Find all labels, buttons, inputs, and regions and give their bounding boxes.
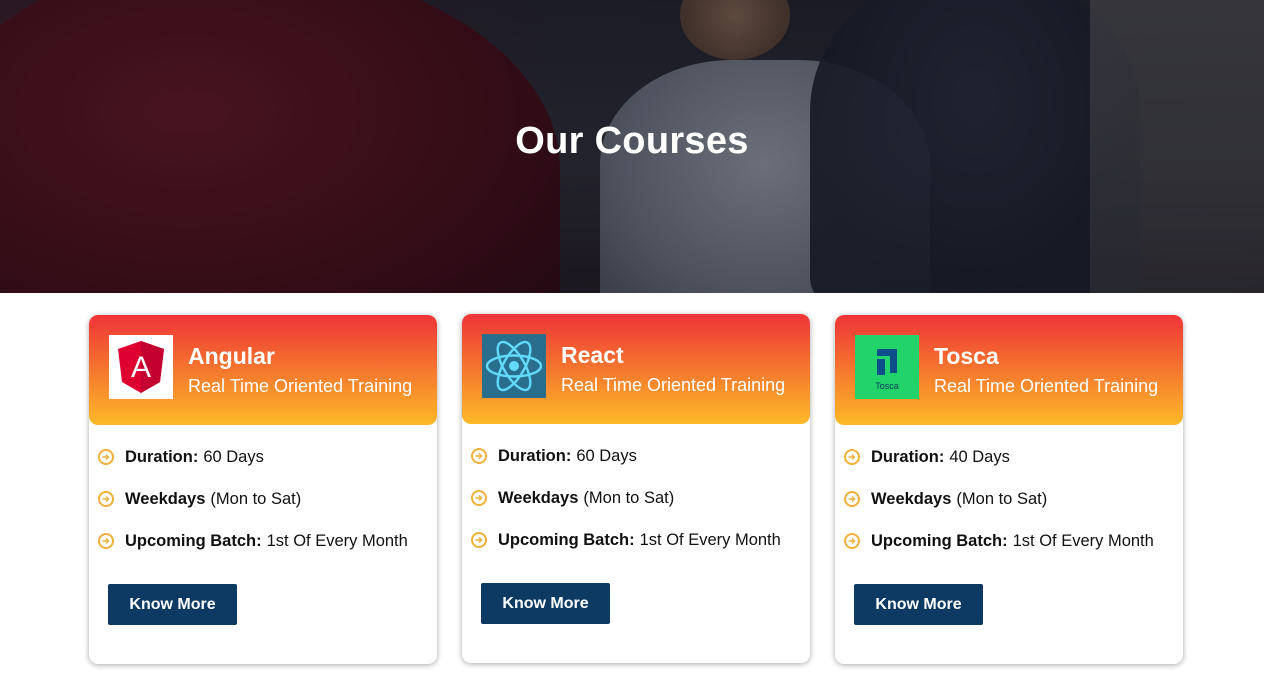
batch-value: 1st Of Every Month	[266, 531, 408, 550]
hero-banner: Our Courses	[0, 0, 1264, 293]
weekdays-label: Weekdays	[498, 488, 579, 507]
weekdays-label: Weekdays	[871, 489, 952, 508]
course-weekdays: Weekdays (Mon to Sat)	[844, 487, 1047, 511]
duration-value: 60 Days	[203, 447, 264, 466]
course-duration: Duration: 40 Days	[844, 445, 1010, 469]
batch-value: 1st Of Every Month	[1012, 531, 1154, 550]
weekdays-value: (Mon to Sat)	[956, 489, 1048, 508]
weekdays-value: (Mon to Sat)	[210, 489, 302, 508]
svg-text:Tosca: Tosca	[875, 381, 899, 391]
svg-text:A: A	[131, 351, 151, 384]
know-more-button[interactable]: Know More	[108, 584, 237, 625]
course-card-header: Tosca Tosca Real Time Oriented Training	[835, 315, 1183, 425]
arrow-right-circle-icon	[98, 533, 114, 549]
course-weekdays: Weekdays (Mon to Sat)	[98, 487, 301, 511]
know-more-button[interactable]: Know More	[481, 583, 610, 624]
batch-value: 1st Of Every Month	[639, 530, 781, 549]
duration-label: Duration:	[125, 447, 199, 466]
page-title: Our Courses	[515, 120, 749, 162]
course-upcoming-batch: Upcoming Batch: 1st Of Every Month	[844, 529, 1154, 553]
arrow-right-circle-icon	[844, 533, 860, 549]
course-name: Tosca	[934, 343, 999, 369]
arrow-right-circle-icon	[471, 490, 487, 506]
arrow-right-circle-icon	[98, 449, 114, 465]
angular-logo-icon: A	[109, 335, 173, 399]
course-card-react: React Real Time Oriented Training Durati…	[462, 314, 810, 663]
tosca-logo-icon: Tosca	[855, 335, 919, 399]
weekdays-value: (Mon to Sat)	[583, 488, 675, 507]
course-upcoming-batch: Upcoming Batch: 1st Of Every Month	[471, 528, 781, 552]
duration-value: 60 Days	[576, 446, 637, 465]
course-weekdays: Weekdays (Mon to Sat)	[471, 486, 674, 510]
course-name: Angular	[188, 343, 275, 369]
course-duration: Duration: 60 Days	[98, 445, 264, 469]
course-card-header: React Real Time Oriented Training	[462, 314, 810, 424]
batch-label: Upcoming Batch:	[871, 531, 1008, 550]
course-subtitle: Real Time Oriented Training	[561, 375, 786, 395]
course-card-header: A Angular Real Time Oriented Training	[89, 315, 437, 425]
arrow-right-circle-icon	[844, 449, 860, 465]
batch-label: Upcoming Batch:	[498, 530, 635, 549]
weekdays-label: Weekdays	[125, 489, 206, 508]
arrow-right-circle-icon	[471, 448, 487, 464]
duration-value: 40 Days	[949, 447, 1010, 466]
batch-label: Upcoming Batch:	[125, 531, 262, 550]
course-name: React	[561, 342, 624, 368]
arrow-right-circle-icon	[844, 491, 860, 507]
arrow-right-circle-icon	[98, 491, 114, 507]
course-duration: Duration: 60 Days	[471, 444, 637, 468]
duration-label: Duration:	[498, 446, 572, 465]
course-upcoming-batch: Upcoming Batch: 1st Of Every Month	[98, 529, 408, 553]
course-card-angular: A Angular Real Time Oriented Training Du…	[89, 315, 437, 664]
arrow-right-circle-icon	[471, 532, 487, 548]
course-subtitle: Real Time Oriented Training	[934, 376, 1159, 396]
course-card-tosca: Tosca Tosca Real Time Oriented Training …	[835, 315, 1183, 664]
know-more-button[interactable]: Know More	[854, 584, 983, 625]
course-subtitle: Real Time Oriented Training	[188, 376, 413, 396]
duration-label: Duration:	[871, 447, 945, 466]
react-logo-icon	[482, 334, 546, 398]
